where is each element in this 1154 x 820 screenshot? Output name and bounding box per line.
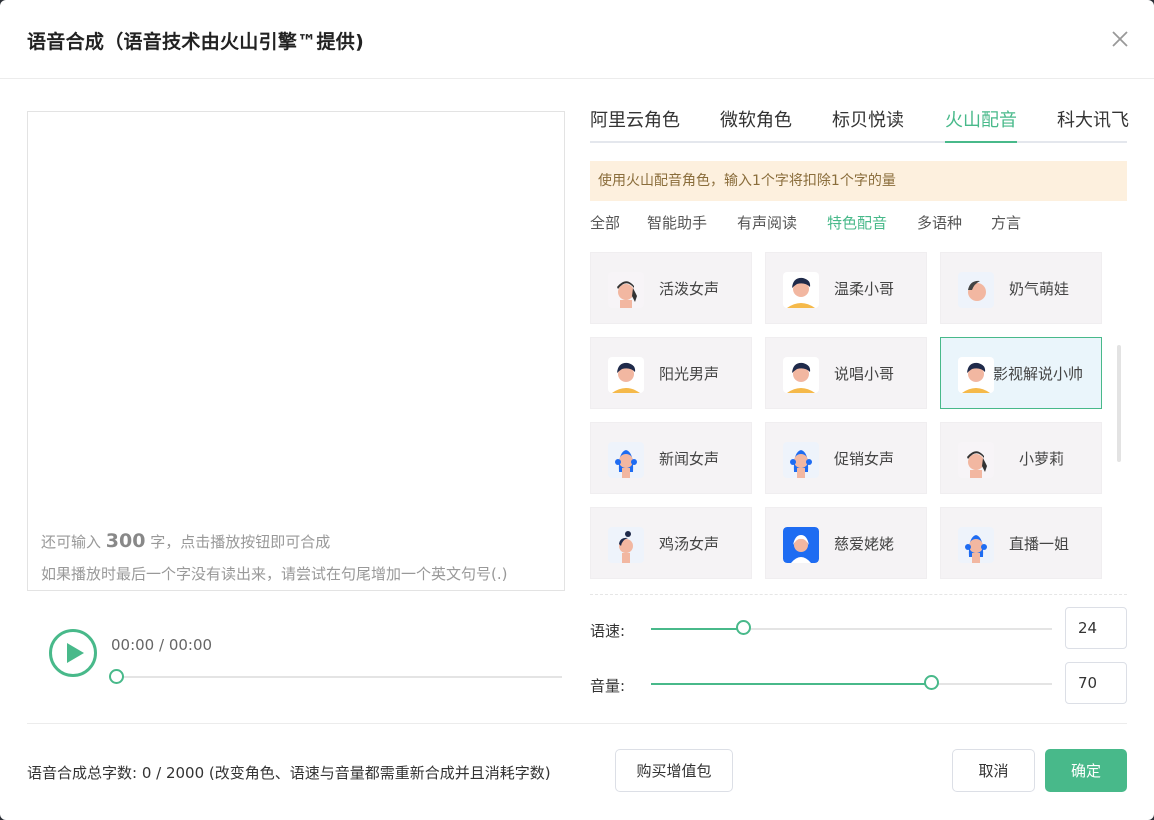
volume-input[interactable] — [1065, 662, 1127, 704]
category-all[interactable]: 全部 — [590, 212, 620, 233]
voice-card[interactable]: 慈爱姥姥 — [765, 507, 927, 579]
category-dialect[interactable]: 方言 — [991, 212, 1021, 233]
voice-grid: 活泼女声 温柔小哥 奶气萌娃 阳光男声 说唱小哥 影视解说小帅 新闻女声 促销女… — [590, 252, 1115, 592]
tab-aliyun[interactable]: 阿里云角色 — [590, 108, 680, 143]
playback-time: 00:00 / 00:00 — [111, 636, 213, 654]
voice-name: 新闻女声 — [659, 450, 720, 468]
female-braid-avatar-icon — [608, 272, 644, 308]
play-icon — [67, 643, 84, 663]
female-braid-avatar-icon — [958, 442, 994, 478]
voice-card[interactable]: 活泼女声 — [590, 252, 752, 324]
confirm-button[interactable]: 确定 — [1045, 749, 1127, 792]
voice-name: 阳光男声 — [659, 365, 720, 383]
tts-dialog: 语音合成（语音技术由火山引擎™提供) 还可输入 300 字，点击播放按钮即可合成… — [0, 0, 1154, 820]
notice-bar: 使用火山配音角色，输入1个字将扣除1个字的量 — [590, 161, 1127, 201]
period-tip: 如果播放时最后一个字没有读出来，请尝试在句尾增加一个英文句号(.) — [41, 565, 508, 583]
voice-card[interactable]: 新闻女声 — [590, 422, 752, 494]
tab-volcano[interactable]: 火山配音 — [945, 108, 1017, 143]
female-headset-avatar-icon — [958, 527, 994, 563]
play-button[interactable] — [49, 629, 97, 677]
voice-name: 鸡汤女声 — [659, 535, 720, 553]
voice-card[interactable]: 奶气萌娃 — [940, 252, 1102, 324]
male-avatar-icon — [783, 272, 819, 308]
remaining-count: 300 — [105, 530, 146, 552]
remaining-chars-hint: 还可输入 300 字，点击播放按钮即可合成 — [41, 530, 331, 552]
voice-card-selected[interactable]: 影视解说小帅 — [940, 337, 1102, 409]
close-icon[interactable] — [1109, 28, 1131, 50]
female-headset-avatar-icon — [783, 442, 819, 478]
voice-name: 奶气萌娃 — [1009, 280, 1070, 298]
speed-fill — [651, 628, 744, 630]
voice-name: 活泼女声 — [659, 280, 720, 298]
volume-fill — [651, 683, 932, 685]
male-avatar-icon — [608, 357, 644, 393]
voice-name: 促销女声 — [834, 450, 895, 468]
text-input[interactable] — [28, 112, 564, 512]
progress-thumb[interactable] — [109, 669, 124, 684]
voice-name: 直播一姐 — [1009, 535, 1070, 553]
buy-package-button[interactable]: 购买增值包 — [615, 749, 733, 792]
footer-divider — [27, 723, 1127, 724]
voice-name: 说唱小哥 — [834, 365, 895, 383]
total-char-count: 语音合成总字数: 0 / 2000 (改变角色、语速与音量都需重新合成并且消耗字… — [27, 764, 551, 782]
progress-track[interactable] — [117, 676, 562, 678]
category-multilingual[interactable]: 多语种 — [917, 212, 962, 233]
child-avatar-icon — [958, 272, 994, 308]
voice-card[interactable]: 促销女声 — [765, 422, 927, 494]
voice-card[interactable]: 直播一姐 — [940, 507, 1102, 579]
speed-thumb[interactable] — [735, 620, 751, 635]
male-avatar-icon — [958, 357, 994, 393]
voice-grid-scrollbar[interactable] — [1117, 345, 1121, 462]
category-featured[interactable]: 特色配音 — [827, 212, 887, 233]
voice-card[interactable]: 温柔小哥 — [765, 252, 927, 324]
voice-name: 慈爱姥姥 — [834, 535, 895, 553]
volume-label: 音量: — [590, 677, 626, 695]
dialog-header: 语音合成（语音技术由火山引擎™提供) — [0, 0, 1154, 79]
dialog-title: 语音合成（语音技术由火山引擎™提供) — [27, 31, 365, 53]
category-assistant[interactable]: 智能助手 — [647, 212, 707, 233]
female-bun-avatar-icon — [608, 527, 644, 563]
speed-input[interactable] — [1065, 607, 1127, 649]
grandma-avatar-icon — [783, 527, 819, 563]
cancel-button[interactable]: 取消 — [952, 749, 1035, 792]
tab-biaobei[interactable]: 标贝悦读 — [832, 108, 904, 143]
volume-thumb[interactable] — [924, 675, 940, 690]
voice-name: 温柔小哥 — [834, 280, 895, 298]
voice-card[interactable]: 阳光男声 — [590, 337, 752, 409]
voice-name: 小萝莉 — [1019, 450, 1065, 468]
tab-microsoft[interactable]: 微软角色 — [720, 108, 792, 143]
male-avatar-icon — [783, 357, 819, 393]
category-audiobook[interactable]: 有声阅读 — [737, 212, 797, 233]
provider-tabs: 阿里云角色 微软角色 标贝悦读 火山配音 科大讯飞 — [590, 108, 1129, 143]
divider — [590, 594, 1127, 595]
voice-card[interactable]: 说唱小哥 — [765, 337, 927, 409]
text-editor: 还可输入 300 字，点击播放按钮即可合成 如果播放时最后一个字没有读出来，请尝… — [27, 111, 565, 591]
voice-card[interactable]: 鸡汤女声 — [590, 507, 752, 579]
tab-iflytek[interactable]: 科大讯飞 — [1057, 108, 1129, 143]
speed-label: 语速: — [590, 622, 626, 640]
voice-name: 影视解说小帅 — [993, 365, 1084, 383]
female-headset-avatar-icon — [608, 442, 644, 478]
voice-card[interactable]: 小萝莉 — [940, 422, 1102, 494]
